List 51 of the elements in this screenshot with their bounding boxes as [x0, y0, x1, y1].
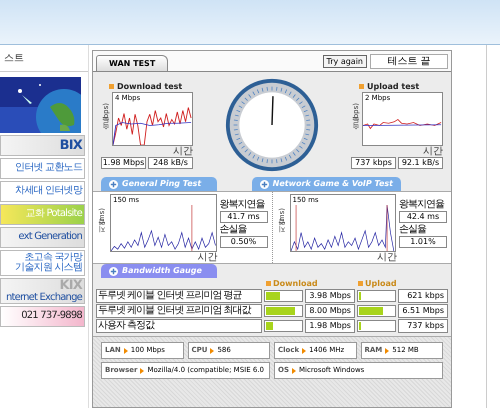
sidebar-banner[interactable]: 021 737-9898 — [0, 306, 85, 327]
bytes-value: 92.1 kB/s — [398, 156, 443, 168]
download-value: 8.00 Mbps — [305, 304, 355, 318]
loss-value: 0.50% — [220, 236, 268, 248]
download-value: 3.98 Mbps — [305, 289, 355, 303]
rate-value: 737 kbps — [351, 156, 396, 168]
test-title: Download test — [101, 82, 193, 92]
row-label: 두루넷 케이블 인터넷 프리미엄 최대값 — [96, 304, 262, 318]
arrow-icon — [292, 368, 296, 374]
time-label: 시간 — [377, 252, 397, 263]
bytes-value: 248 kB/s — [148, 156, 193, 168]
sidebar-banner[interactable]: BIX — [0, 135, 85, 156]
arrow-icon — [140, 368, 144, 374]
arrow-icon — [124, 348, 128, 354]
upload-value: 621 kbps — [398, 289, 448, 303]
sidebar-heading: 스트 — [0, 51, 88, 72]
test-title: Upload test — [351, 82, 443, 92]
time-label: 시간 — [198, 252, 218, 263]
column-heading: Upload — [358, 279, 448, 288]
plus-icon — [109, 180, 118, 188]
arrow-icon — [385, 348, 390, 354]
arrow-icon — [210, 348, 214, 354]
time-label: 시간 — [423, 146, 443, 156]
try-again-button[interactable]: Try again — [322, 55, 367, 68]
column-heading: Download — [266, 279, 356, 288]
marker-line — [386, 205, 387, 251]
row-label: 사용자 측정값 — [96, 319, 262, 333]
delay-value: 42.4 ms — [399, 210, 447, 222]
marker-line — [295, 205, 296, 251]
time-label: 시간 — [173, 146, 193, 156]
loss-label: 손실율 — [220, 224, 248, 234]
plus-icon — [109, 266, 118, 276]
download-value: 1.98 Mbps — [305, 319, 355, 333]
tab[interactable]: WAN TEST — [96, 54, 168, 70]
arrow-icon — [302, 348, 306, 354]
sidebar-banner[interactable]: 초고속 국가망 기술지원 시스템 — [0, 250, 85, 276]
row-label: 두루넷 케이블 인터넷 프리미엄 평균 — [96, 289, 262, 303]
delay-value: 41.7 ms — [220, 210, 268, 222]
upload-value: 737 kbps — [398, 319, 448, 333]
upload-value: 6.51 Mbps — [398, 304, 448, 318]
loss-label: 손실율 — [399, 224, 428, 234]
sidebar-banner[interactable]: KIX nternet Exchange — [0, 278, 85, 304]
sidebar-banner[interactable]: 차세대 인터넷망 — [0, 181, 85, 202]
status-field: 테스트 끝 — [370, 54, 448, 69]
loss-value: 1.01% — [399, 236, 447, 248]
sidebar-banner[interactable]: ext Generation — [0, 227, 85, 248]
sidebar-banner[interactable]: 인터넷 교환노드 — [0, 158, 85, 179]
plus-icon — [260, 180, 269, 188]
delay-label: 왕복지연율 — [399, 198, 446, 210]
rate-value: 1.98 Mbps — [101, 156, 146, 168]
delay-label: 왕복지연율 — [220, 198, 266, 210]
